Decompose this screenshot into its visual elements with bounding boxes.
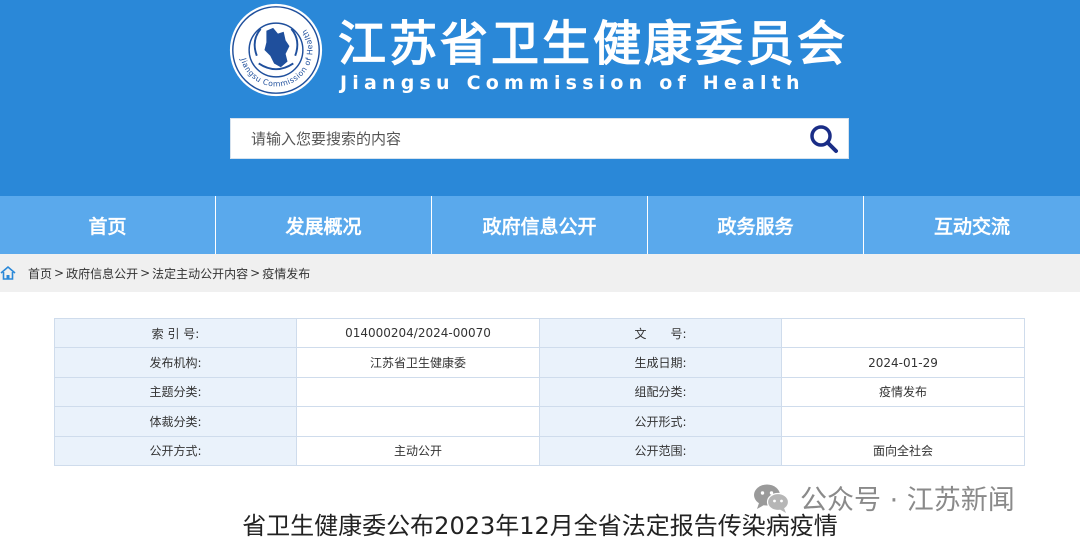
nav-item-gov-services[interactable]: 政务服务 bbox=[648, 196, 864, 254]
breadcrumb-gov-info[interactable]: 政府信息公开 bbox=[66, 265, 138, 282]
meta-value: 面向全社会 bbox=[781, 435, 1025, 466]
table-row: 体裁分类: 公开形式: bbox=[54, 406, 1025, 437]
table-row: 发布机构: 江苏省卫生健康委 生成日期: 2024-01-29 bbox=[54, 347, 1025, 378]
meta-key: 公开范围: bbox=[539, 435, 782, 466]
search-icon[interactable] bbox=[808, 123, 840, 155]
breadcrumb-separator: > bbox=[140, 266, 151, 280]
jiangsu-health-emblem-icon[interactable]: Jiangsu Commission of Health bbox=[228, 2, 324, 98]
meta-value: 主动公开 bbox=[296, 435, 540, 466]
site-header: Jiangsu Commission of Health 江苏省卫生健康委员会 … bbox=[0, 0, 1080, 196]
meta-key: 体裁分类: bbox=[54, 406, 297, 437]
meta-value: 2024-01-29 bbox=[781, 347, 1025, 378]
meta-value bbox=[781, 406, 1025, 437]
breadcrumb-separator: > bbox=[250, 266, 261, 280]
meta-value: 江苏省卫生健康委 bbox=[296, 347, 540, 378]
meta-key: 文 号: bbox=[539, 317, 782, 349]
table-row: 主题分类: 组配分类: 疫情发布 bbox=[54, 376, 1025, 408]
meta-value bbox=[781, 317, 1025, 349]
breadcrumb-home[interactable]: 首页 bbox=[28, 265, 52, 282]
site-title: 江苏省卫生健康委员会 bbox=[338, 16, 849, 72]
meta-key: 组配分类: bbox=[539, 376, 782, 408]
meta-value: 疫情发布 bbox=[781, 376, 1025, 408]
meta-key: 生成日期: bbox=[539, 347, 782, 378]
table-row: 索 引 号: 014000204/2024-00070 文 号: bbox=[54, 317, 1025, 349]
meta-value bbox=[296, 406, 540, 437]
site-subtitle: Jiangsu Commission of Health bbox=[340, 72, 805, 94]
meta-key: 发布机构: bbox=[54, 347, 297, 378]
nav-item-overview[interactable]: 发展概况 bbox=[216, 196, 432, 254]
breadcrumb: 首页 > 政府信息公开 > 法定主动公开内容 > 疫情发布 bbox=[0, 254, 1080, 292]
nav-item-interaction[interactable]: 互动交流 bbox=[864, 196, 1080, 254]
search-box bbox=[230, 118, 849, 159]
table-row: 公开方式: 主动公开 公开范围: 面向全社会 bbox=[54, 435, 1025, 466]
search-input[interactable] bbox=[231, 119, 791, 158]
breadcrumb-separator: > bbox=[54, 266, 65, 280]
nav-item-gov-info[interactable]: 政府信息公开 bbox=[432, 196, 648, 254]
meta-key: 索 引 号: bbox=[54, 317, 297, 349]
meta-value: 014000204/2024-00070 bbox=[296, 317, 540, 349]
article-title: 省卫生健康委公布2023年12月全省法定报告传染病疫情 bbox=[242, 512, 838, 540]
nav-item-home[interactable]: 首页 bbox=[0, 196, 216, 254]
meta-value bbox=[296, 376, 540, 408]
main-nav: 首页 发展概况 政府信息公开 政务服务 互动交流 bbox=[0, 196, 1080, 254]
home-icon[interactable] bbox=[0, 265, 16, 281]
document-meta-table: 索 引 号: 014000204/2024-00070 文 号: 发布机构: 江… bbox=[54, 317, 1025, 466]
meta-key: 公开形式: bbox=[539, 406, 782, 437]
breadcrumb-statutory[interactable]: 法定主动公开内容 bbox=[152, 265, 248, 282]
meta-key: 公开方式: bbox=[54, 435, 297, 466]
meta-key: 主题分类: bbox=[54, 376, 297, 408]
breadcrumb-epidemic[interactable]: 疫情发布 bbox=[262, 265, 310, 282]
